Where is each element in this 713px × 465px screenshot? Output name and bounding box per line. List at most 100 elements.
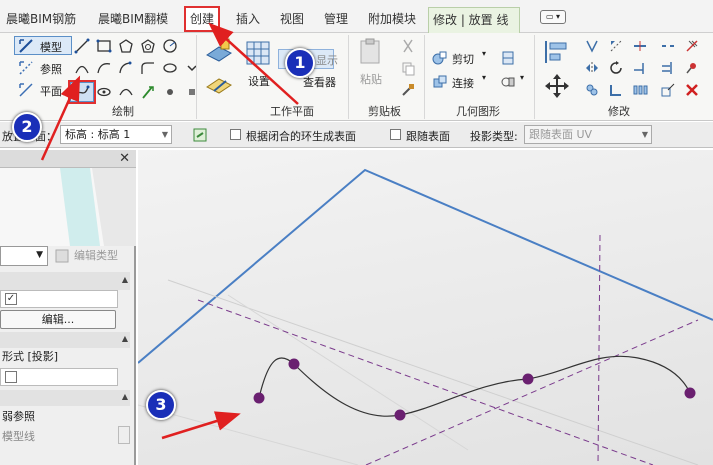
closed-loop-surface-checkbox[interactable] — [230, 129, 241, 140]
tab-chenxi-bim-rebar[interactable]: 晨曦BIM钢筋 — [2, 8, 80, 30]
align-icon[interactable] — [542, 37, 572, 67]
line-tool-icon[interactable] — [74, 38, 90, 54]
copy-element-icon[interactable] — [584, 82, 600, 98]
spline-control-point[interactable] — [288, 358, 300, 370]
array-icon[interactable] — [632, 82, 648, 98]
circle-tool-icon[interactable] — [162, 38, 178, 54]
property-group-header[interactable]: ▲ — [0, 390, 130, 406]
rotate-icon[interactable] — [608, 60, 624, 76]
show-work-plane-label: 显示 — [316, 54, 338, 67]
set-work-plane-icon[interactable] — [244, 39, 274, 69]
property-value-cell[interactable]: ✓ — [0, 290, 118, 308]
edit-button[interactable]: 编辑... — [0, 310, 116, 329]
property-checkbox-checked[interactable]: ✓ — [5, 293, 17, 305]
start-end-radius-arc-icon[interactable] — [74, 60, 90, 76]
ribbon-panel: 模型 参照 平面 绘制 设置 显示 查看器 工作平面 粘贴 剪贴板 剪切 ▾ 连… — [0, 33, 713, 121]
paste-icon[interactable] — [356, 37, 386, 67]
follow-surface-checkbox[interactable] — [390, 129, 401, 140]
circumscribed-polygon-icon[interactable] — [140, 38, 156, 54]
collapse-icon[interactable]: ▲ — [122, 392, 128, 401]
reference-plane-edge — [138, 168, 713, 364]
spline-control-point[interactable] — [253, 392, 265, 404]
more-shapes-icon[interactable] — [184, 60, 200, 76]
reference-line-icon[interactable] — [18, 60, 34, 76]
point-element-icon[interactable] — [162, 84, 178, 100]
property-group-header[interactable]: ▲ — [0, 332, 130, 348]
partial-ellipse-icon[interactable] — [118, 84, 134, 100]
reference-plane-icon[interactable] — [18, 82, 34, 98]
offset-icon[interactable] — [584, 38, 600, 54]
spline-control-point[interactable] — [394, 409, 406, 421]
pin-icon[interactable] — [684, 60, 700, 76]
match-properties-icon[interactable] — [400, 82, 416, 98]
split-with-gap-icon[interactable] — [660, 38, 676, 54]
copy-icon[interactable] — [400, 60, 416, 76]
close-icon[interactable]: ✕ — [119, 151, 130, 166]
trim-extend-corner-icon[interactable] — [608, 82, 624, 98]
work-plane-visibility-icon[interactable] — [204, 37, 234, 67]
join-geometry-label[interactable]: 连接 — [452, 75, 474, 91]
cut-geometry-label[interactable]: 剪切 — [452, 51, 474, 67]
property-value-cell[interactable] — [0, 368, 118, 386]
join-dropdown-icon[interactable]: ▾ — [482, 73, 486, 82]
set-work-plane-label[interactable]: 设置 — [248, 73, 270, 89]
spline-control-point[interactable] — [684, 387, 696, 399]
trim-extend-multiple-icon[interactable] — [660, 60, 676, 76]
pick-lines-icon[interactable] — [140, 84, 156, 100]
projection-type-select[interactable]: 跟随表面 UV ▼ — [524, 125, 652, 144]
spline-curve[interactable] — [258, 355, 691, 417]
scrollbar[interactable] — [118, 426, 130, 444]
center-ends-arc-icon[interactable] — [96, 60, 112, 76]
level-reference-line — [365, 319, 699, 465]
ellipse-tool-icon[interactable] — [162, 60, 178, 76]
tab-insert[interactable]: 插入 — [232, 8, 264, 30]
collapse-icon[interactable]: ▲ — [122, 334, 128, 343]
paint-icon[interactable] — [500, 74, 516, 90]
tab-addins[interactable]: 附加模块 — [364, 8, 420, 30]
tab-create[interactable]: 创建 — [184, 6, 221, 32]
callout-badge-2: 2 — [12, 112, 42, 142]
more-draw-options-icon[interactable] — [184, 84, 200, 100]
mirror-pick-axis-icon[interactable] — [584, 60, 600, 76]
tab-modify-place-line[interactable]: 修改 | 放置 线 — [428, 7, 520, 33]
callout-badge-3: 3 — [146, 390, 176, 420]
ribbon-minimize-icon[interactable]: ▭ ▾ — [540, 10, 566, 24]
scale-icon[interactable] — [660, 82, 676, 98]
viewer-label[interactable]: 查看器 — [303, 74, 336, 90]
rectangle-tool-icon[interactable] — [96, 38, 112, 54]
fillet-arc-icon[interactable] — [140, 60, 156, 76]
tab-manage[interactable]: 管理 — [320, 8, 352, 30]
trim-extend-single-icon[interactable] — [632, 60, 648, 76]
split-element-icon[interactable] — [632, 38, 648, 54]
tab-chenxi-bim-modeling[interactable]: 晨曦BIM翻模 — [94, 8, 172, 30]
paint-dropdown-icon[interactable]: ▾ — [520, 73, 524, 82]
modify-group-label: 修改 — [608, 105, 630, 118]
edit-type-icon[interactable] — [54, 248, 70, 264]
inscribed-polygon-icon[interactable] — [118, 38, 134, 54]
cut-clipboard-icon[interactable] — [400, 38, 416, 54]
properties-panel-header: ✕ — [0, 150, 136, 168]
chevron-down-icon: ▼ — [36, 250, 43, 260]
delete-icon[interactable] — [684, 82, 700, 98]
paste-label[interactable]: 粘贴 — [360, 71, 382, 87]
reference-plane-viewer-icon[interactable] — [204, 71, 234, 101]
unpin-icon[interactable] — [684, 38, 700, 54]
drawing-canvas[interactable] — [138, 150, 713, 465]
property-checkbox[interactable] — [5, 371, 17, 383]
type-selector-dropdown[interactable]: ▼ — [0, 246, 48, 266]
join-geometry-icon[interactable] — [432, 74, 448, 90]
property-group-header[interactable]: ▲ — [0, 272, 130, 290]
reference-plane-label: 平面 — [40, 85, 62, 98]
split-face-icon[interactable] — [500, 50, 516, 66]
mirror-draw-axis-icon[interactable] — [608, 38, 624, 54]
collapse-icon[interactable]: ▲ — [122, 275, 128, 284]
tangent-end-arc-icon[interactable] — [118, 60, 134, 76]
spline-control-point[interactable] — [522, 373, 534, 385]
tab-view[interactable]: 视图 — [276, 8, 308, 30]
move-icon[interactable] — [542, 71, 572, 101]
placement-plane-select[interactable]: 标高 : 标高 1 ▼ — [60, 125, 172, 144]
ellipse-by-axis-icon[interactable] — [96, 84, 112, 100]
chain-icon[interactable] — [192, 127, 208, 143]
cut-geometry-icon[interactable] — [432, 50, 448, 66]
cut-dropdown-icon[interactable]: ▾ — [482, 49, 486, 58]
